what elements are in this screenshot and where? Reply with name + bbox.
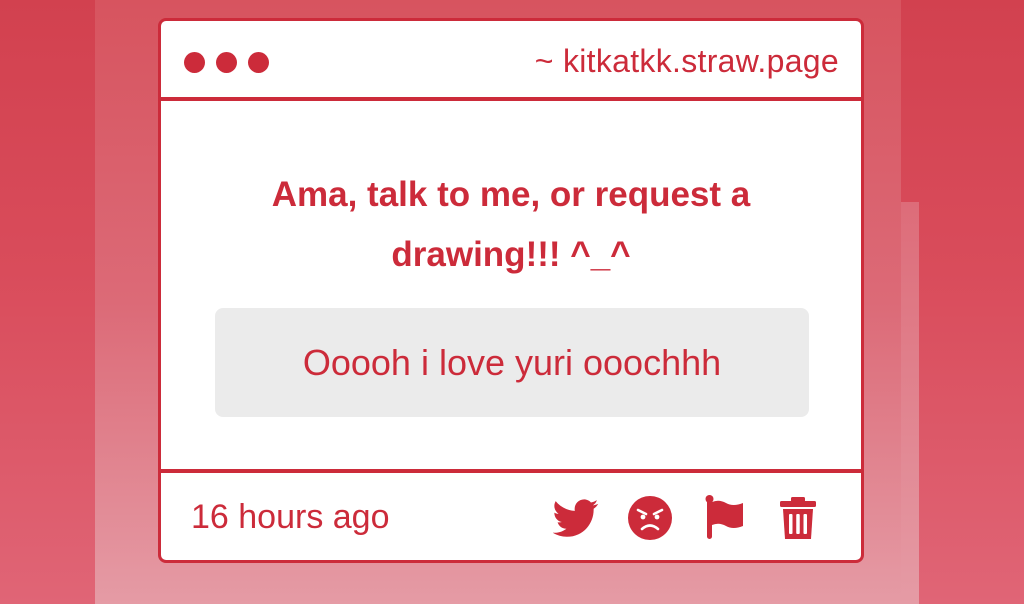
window-dot-maximize[interactable]	[248, 52, 269, 73]
twitter-icon[interactable]	[553, 495, 601, 541]
trash-icon[interactable]	[775, 495, 823, 541]
message-text: Ooooh i love yuri ooochhh	[302, 341, 722, 383]
window-controls	[184, 52, 269, 73]
card-content: Ama, talk to me, or request a drawing!!!…	[161, 101, 861, 469]
message-bubble: Ooooh i love yuri ooochhh	[215, 308, 809, 417]
site-url[interactable]: ~ kitkatkk.straw.page	[535, 43, 839, 80]
window-titlebar: ~ kitkatkk.straw.page	[161, 21, 861, 101]
timestamp: 16 hours ago	[191, 498, 390, 536]
angry-face-icon[interactable]	[627, 495, 675, 541]
card-footer: 16 hours ago	[161, 469, 861, 560]
window-dot-minimize[interactable]	[216, 52, 237, 73]
page-background-edge	[901, 202, 919, 604]
window-dot-close[interactable]	[184, 52, 205, 73]
message-card: ~ kitkatkk.straw.page Ama, talk to me, o…	[158, 18, 864, 563]
flag-icon[interactable]	[703, 495, 751, 541]
prompt-heading: Ama, talk to me, or request a drawing!!!…	[271, 175, 751, 274]
